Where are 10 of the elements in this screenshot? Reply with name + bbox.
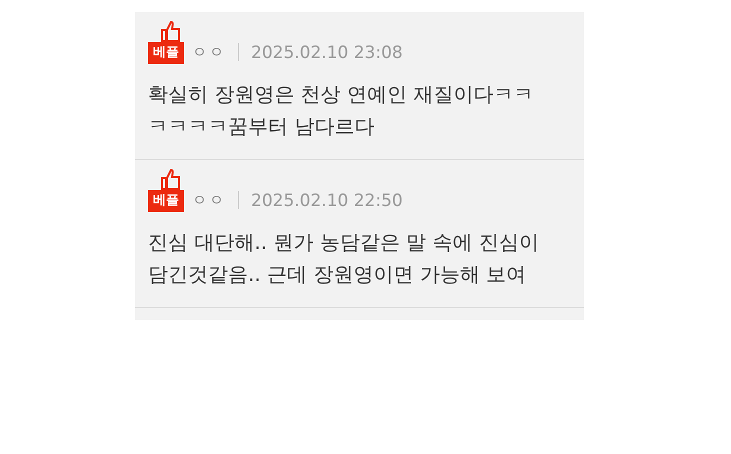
thumbs-up-icon: [160, 20, 182, 42]
author-name: ㅇㅇ: [192, 191, 226, 210]
comment-text: 진심 대단해.. 뭔가 농담같은 말 속에 진심이 담긴것같음.. 근데 장원영이면 가능해 보여: [148, 229, 540, 288]
best-badge: 베플: [148, 190, 184, 212]
comment-text: 확실히 장원영은 천상 연예인 재질이다ㅋㅋ ㅋㅋㅋㅋ꿈부터 남다르다: [148, 81, 534, 140]
thumbs-up-icon: [160, 168, 182, 190]
author-name: ㅇㅇ: [192, 43, 226, 62]
best-badge: 베플: [148, 42, 184, 64]
comment-date: 2025.02.10 22:50: [251, 191, 403, 211]
comment-date: 2025.02.10 23:08: [251, 43, 403, 63]
